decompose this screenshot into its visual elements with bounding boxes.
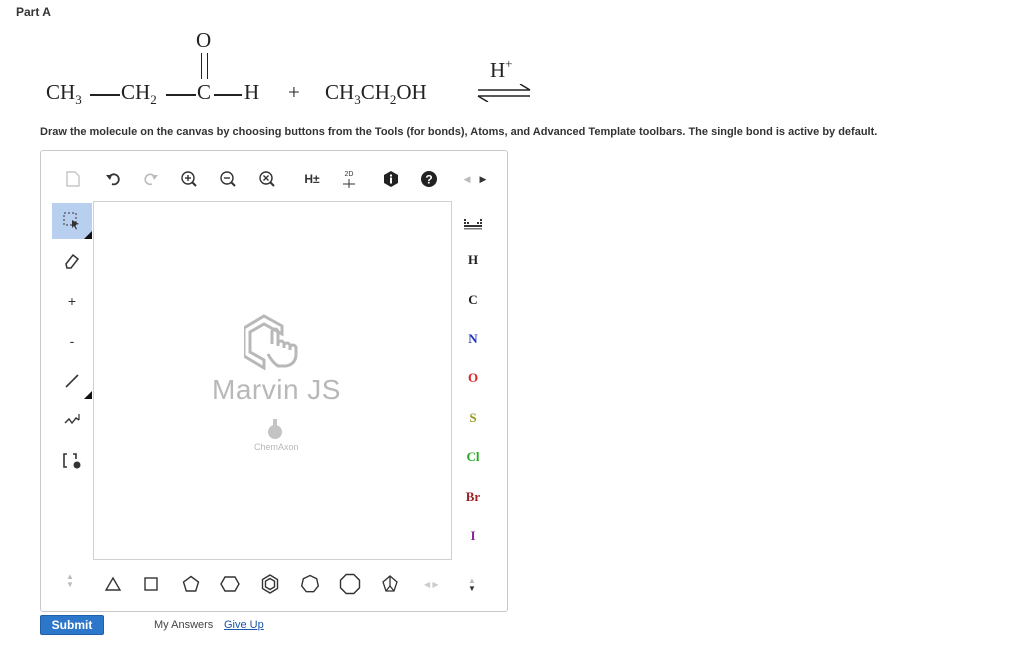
atom-button-o[interactable]: O <box>455 363 491 393</box>
aldehyde-hydrogen: H <box>244 80 260 104</box>
chemaxon-logo-icon <box>268 419 282 439</box>
rectangle-selection-tool[interactable] <box>52 203 92 239</box>
chain-tool[interactable] <box>52 403 92 439</box>
square-icon <box>144 577 158 591</box>
atom-button-h[interactable]: H <box>455 245 491 275</box>
atom-label-n: N <box>468 331 478 346</box>
atom-button-br[interactable]: Br <box>455 482 491 512</box>
ch3-group: CH3 <box>46 80 82 107</box>
atoms-scroll-icon[interactable]: ▲ ▼ <box>468 577 476 593</box>
atom-label-br: Br <box>465 489 481 504</box>
zoom-out-icon[interactable] <box>216 169 240 189</box>
atom-button-cl[interactable]: Cl <box>455 442 491 472</box>
atom-label-c: C <box>468 292 478 307</box>
periodic-table-grid-icon <box>464 219 482 230</box>
bracket-icon <box>63 453 81 469</box>
part-title: Part A <box>16 5 51 19</box>
zoom-in-icon[interactable] <box>177 169 201 189</box>
redo-icon[interactable] <box>139 169 163 189</box>
new-document-icon[interactable] <box>61 169 85 189</box>
chemaxon-logo-text: ChemAxon <box>254 442 299 452</box>
atoms-toolbar: H C N O S Cl Br I <box>455 201 495 561</box>
single-bond-icon <box>65 374 79 388</box>
left-toolbar: + - ▲ ▼ <box>52 201 92 591</box>
benzene-icon <box>261 574 279 594</box>
clean-2d-button[interactable]: 2D <box>337 169 361 189</box>
atom-button-s[interactable]: S <box>455 403 491 433</box>
eraser-icon <box>65 253 80 269</box>
atom-button-i[interactable]: I <box>455 521 491 551</box>
drawing-canvas[interactable]: Marvin JS ChemAxon <box>93 201 452 560</box>
double-bond-line-2 <box>207 53 209 79</box>
zoom-reset-icon[interactable] <box>255 169 279 189</box>
cyclooctane-template[interactable] <box>337 571 363 597</box>
double-bond-line-1 <box>201 53 203 79</box>
submit-button[interactable]: Submit <box>40 615 104 635</box>
sgroup-bracket-tool[interactable] <box>52 443 92 479</box>
templates-toolbar: ◀ ▶ ▲ ▼ <box>41 565 507 609</box>
atom-label-o: O <box>467 370 479 385</box>
single-bond-2 <box>166 94 196 96</box>
instructions-text: Draw the molecule on the canvas by choos… <box>40 126 878 138</box>
plus-sign: + <box>288 80 300 104</box>
ethanol: CH3CH2OH <box>325 80 427 107</box>
ch2-group: CH2 <box>121 80 157 107</box>
bond-options-corner <box>84 391 92 399</box>
top-toolbar: H± 2D ? ◀ ▶ <box>41 151 507 199</box>
reaction-equation: O CH3 CH2 C H + CH3CH2OH H+ <box>46 28 546 110</box>
svg-text:?: ? <box>425 173 432 187</box>
cyclobutane-template[interactable] <box>138 571 164 597</box>
cyclopentane-template[interactable] <box>178 571 204 597</box>
triangle-icon <box>105 576 121 591</box>
clean-2d-icon <box>343 178 355 188</box>
single-bond-tool[interactable] <box>52 363 92 399</box>
chain-icon <box>64 414 80 425</box>
increase-charge-button[interactable]: + <box>52 283 92 319</box>
single-bond-1 <box>90 94 120 96</box>
marvin-logo-icon <box>244 314 298 370</box>
atom-button-n[interactable]: N <box>455 324 491 354</box>
help-icon[interactable]: ? <box>417 169 441 189</box>
atom-label-cl: Cl <box>466 449 480 464</box>
benzene-template[interactable] <box>257 571 283 597</box>
eraser-tool[interactable] <box>52 243 92 279</box>
carbonyl-carbon: C <box>197 80 212 104</box>
equilibrium-arrow-icon <box>477 84 531 102</box>
bicyclic-template[interactable] <box>377 571 403 597</box>
atom-label-s: S <box>469 410 477 425</box>
marvin-editor: H± 2D ? ◀ ▶ + - ▲ ▼ Marvin JS ChemAxon H… <box>40 150 508 612</box>
info-icon[interactable] <box>379 169 403 189</box>
tool-options-corner <box>84 231 92 239</box>
implicit-hydrogens-button[interactable]: H± <box>297 169 327 189</box>
clean-2d-label: 2D <box>344 170 354 178</box>
atom-label-i: I <box>470 528 476 543</box>
cyclopropane-template[interactable] <box>100 571 126 597</box>
carbonyl-oxygen: O <box>196 28 212 52</box>
decrease-charge-button[interactable]: - <box>52 323 92 359</box>
hexagon-icon <box>220 576 240 592</box>
acid-catalyst: H+ <box>490 56 513 82</box>
pentagon-icon <box>182 575 200 592</box>
atom-label-h: H <box>467 252 479 267</box>
octagon-icon <box>339 573 361 595</box>
single-bond-3 <box>214 94 242 96</box>
atom-button-c[interactable]: C <box>455 285 491 315</box>
toolbar-scroll-right-icon[interactable]: ▶ <box>471 169 495 189</box>
selection-icon <box>63 212 79 230</box>
give-up-link[interactable]: Give Up <box>224 619 264 631</box>
cyclohexane-template[interactable] <box>217 571 243 597</box>
marvin-logo-text: Marvin JS <box>212 374 341 405</box>
bicyclic-icon <box>382 575 398 592</box>
heptagon-icon <box>300 574 320 593</box>
my-answers-label: My Answers <box>154 619 214 631</box>
periodic-table-icon[interactable] <box>455 209 491 239</box>
templates-scroll-icon[interactable]: ◀ ▶ <box>424 581 439 589</box>
cycloheptane-template[interactable] <box>297 571 323 597</box>
undo-icon[interactable] <box>101 169 125 189</box>
